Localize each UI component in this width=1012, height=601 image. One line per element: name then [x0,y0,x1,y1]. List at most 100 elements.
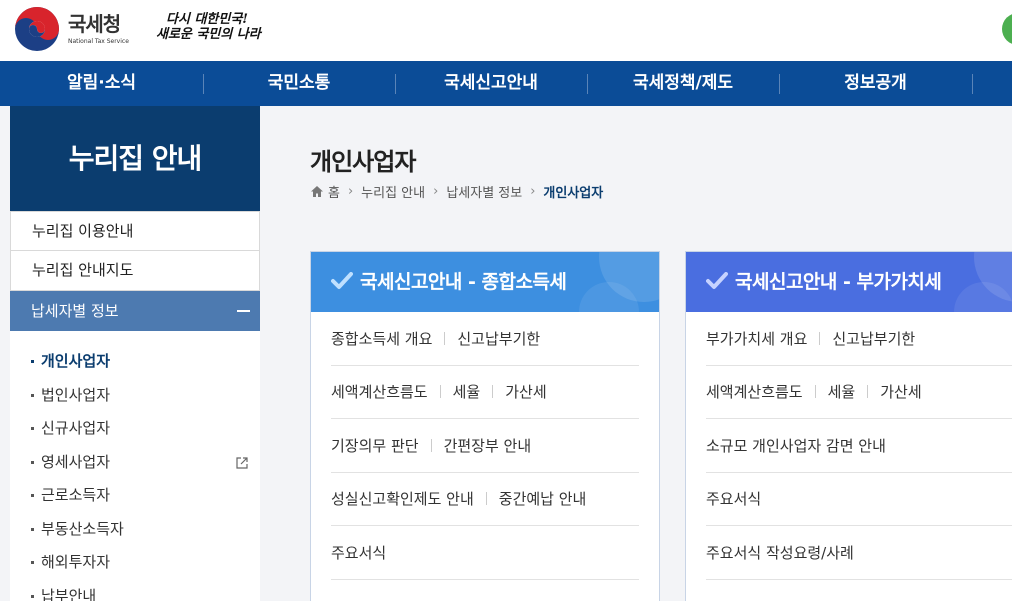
bullet-icon [31,594,34,598]
breadcrumb-taxpayer-info[interactable]: 납세자별 정보 [446,182,522,201]
sub-item-new-business[interactable]: 신규사업자 [10,412,260,446]
sub-item-label: 신규사업자 [41,419,111,437]
sub-item-label: 법인사업자 [41,385,111,404]
slogan-line2: 새로운 국민의 나라 [156,27,261,42]
link-income-tax-overview[interactable]: 종합소득세 개요 [331,328,432,349]
sub-item-individual-business[interactable]: 개인사업자 [10,345,260,379]
link-sincere-filing[interactable]: 성실신고확인제도 안내 [331,488,474,509]
main-nav: 알림·소식 국민소통 국세신고안내 국세정책/제도 정보공개 [0,61,1012,106]
chevron-right-icon: › [433,184,439,199]
sub-item-small-business[interactable]: 영세사업자 [10,446,260,480]
nav-divider [972,74,973,94]
slogan-line1: 다시 대한민국! [166,12,248,27]
link-main-forms[interactable]: 주요서식 [706,488,761,509]
link-row: 부가가치세 개요 신고납부기한 [706,312,1012,366]
link-tax-rate[interactable]: 세율 [828,381,856,402]
checkmark-icon [331,272,353,289]
nav-item-tax-filing[interactable]: 국세신고안내 [395,61,587,106]
logo-subtitle: National Tax Service [68,38,129,45]
bullet-icon [31,427,34,430]
sidebar-title: 누리집 안내 [10,106,260,211]
link-row: 세액계산흐름도 세율 가산세 [706,366,1012,419]
sidebar-section-taxpayer-info[interactable]: 납세자별 정보 [10,291,260,331]
link-tax-rate[interactable]: 세율 [453,381,481,402]
link-small-business-reduction[interactable]: 소규모 개인사업자 감면 안내 [706,435,886,456]
link-row: 종합소득세 개요 신고납부기한 [331,312,639,366]
link-row: 세액계산흐름도 세율 가산세 [331,366,639,419]
green-circle-icon[interactable] [1002,13,1012,45]
sub-item-label: 근로소득자 [41,486,111,504]
link-row: 주요서식 [706,473,1012,526]
nav-item-disclosure[interactable]: 정보공개 [779,61,972,106]
sidebar-item-usage-guide[interactable]: 누리집 이용안내 [10,211,260,251]
breadcrumb: 홈 › 누리집 안내 › 납세자별 정보 › 개인사업자 [310,182,603,201]
sidebar-section-label: 납세자별 정보 [31,302,119,320]
chevron-right-icon: › [530,184,536,199]
external-link-icon [236,456,248,469]
link-forms-writing-guide[interactable]: 주요서식 작성요령/사례 [706,542,854,563]
home-icon[interactable] [310,185,324,198]
card-title: 국세신고안내 - 부가가치세 [735,271,942,293]
divider [492,385,494,399]
page-title: 개인사업자 [310,148,416,176]
nav-item-news[interactable]: 알림·소식 [0,61,203,106]
collapse-minus-icon[interactable] [237,310,250,312]
sub-item-label: 부동산소득자 [41,519,124,538]
link-row: 성실신고확인제도 안내 중간예납 안내 [331,473,639,526]
bullet-icon [31,561,34,564]
sub-item-wage-earner[interactable]: 근로소득자 [10,479,260,513]
nav-item-communication[interactable]: 국민소통 [203,61,395,106]
link-row: 기장의무 판단 간편장부 안내 [331,419,639,473]
nts-logo[interactable]: 국세청 National Tax Service [14,6,129,52]
link-interim-prepayment[interactable]: 중간예납 안내 [499,488,587,509]
card-header: 국세신고안내 - 부가가치세 [686,252,1012,312]
sidebar-sub-list: 개인사업자 법인사업자 신규사업자 영세사업자 근로소득자 부동산소득자 해외투… [10,331,260,601]
sub-item-payment-guide[interactable]: 납부안내 [10,580,260,601]
card-income-tax: 국세신고안내 - 종합소득세 종합소득세 개요 신고납부기한 세액계산흐름도 세율 가… [310,251,660,601]
link-filing-deadline[interactable]: 신고납부기한 [457,328,540,349]
bullet-icon [31,527,34,531]
divider [867,385,869,399]
slogan: 다시 대한민국! 새로운 국민의 나라 [156,12,261,42]
link-bookkeeping-duty[interactable]: 기장의무 판단 [331,435,419,456]
sidebar: 누리집 안내 누리집 이용안내 누리집 안내지도 납세자별 정보 개인사업자 법… [10,106,260,601]
link-penalty-tax[interactable]: 가산세 [505,381,546,402]
sub-item-label: 납부안내 [41,586,97,601]
logo-title: 국세청 [68,12,121,36]
divider [444,331,446,345]
link-row: 소규모 개인사업자 감면 안내 [706,419,1012,473]
link-row: 주요서식 작성요령/사례 [706,526,1012,580]
divider [819,331,821,345]
sub-item-real-estate-earner[interactable]: 부동산소득자 [10,513,260,547]
link-simple-ledger[interactable]: 간편장부 안내 [444,435,532,456]
link-main-forms[interactable]: 주요서식 [331,542,386,563]
divider [485,492,487,506]
breadcrumb-site-guide[interactable]: 누리집 안내 [361,182,425,201]
sub-item-label: 해외투자자 [41,553,111,571]
link-tax-flowchart[interactable]: 세액계산흐름도 [331,381,428,402]
taegeuk-logo-icon [15,7,59,51]
link-penalty-tax[interactable]: 가산세 [880,381,921,402]
chevron-right-icon: › [347,184,354,199]
divider [439,385,441,399]
nav-item-tax-policy[interactable]: 국세정책/제도 [587,61,779,106]
breadcrumb-current: 개인사업자 [543,186,604,201]
link-row: 주요서식 [331,526,639,580]
sub-item-label: 영세사업자 [41,452,111,471]
sub-item-corporate-business[interactable]: 법인사업자 [10,379,260,413]
card-header: 국세신고안내 - 종합소득세 [311,252,659,312]
bullet-icon [31,360,34,363]
checkmark-icon [706,272,728,289]
link-vat-overview[interactable]: 부가가치세 개요 [706,328,807,349]
divider [814,385,816,399]
bullet-icon [31,393,34,397]
divider [430,438,432,452]
sub-item-overseas-investor[interactable]: 해외투자자 [10,546,260,580]
link-filing-deadline[interactable]: 신고납부기한 [832,328,915,349]
breadcrumb-home[interactable]: 홈 [328,182,340,201]
card-title: 국세신고안내 - 종합소득세 [360,271,567,293]
link-tax-flowchart[interactable]: 세액계산흐름도 [706,381,803,402]
site-header: 국세청 National Tax Service 다시 대한민국! 새로운 국민… [0,0,1012,61]
bullet-icon [31,494,34,497]
sidebar-item-sitemap[interactable]: 누리집 안내지도 [10,251,260,291]
